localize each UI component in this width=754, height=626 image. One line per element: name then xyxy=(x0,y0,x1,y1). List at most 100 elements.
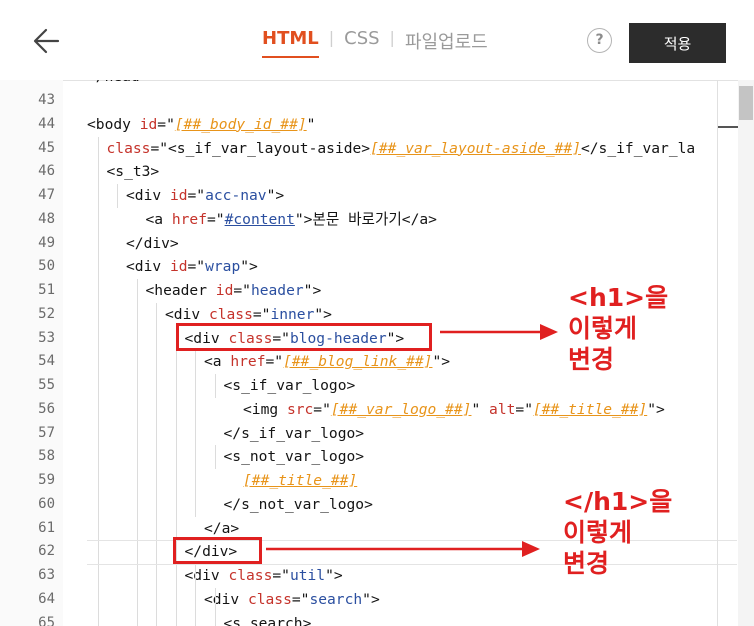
line-number: 57 xyxy=(38,424,55,441)
indent-guide xyxy=(195,564,196,626)
code-token: <div xyxy=(126,258,170,276)
code-token: <body xyxy=(87,115,140,133)
code-token: " xyxy=(306,115,316,133)
line-number: 65 xyxy=(38,614,55,626)
code-token: class xyxy=(208,305,253,323)
code-line: 44 <body id="[##_body_id_##]" xyxy=(0,113,738,137)
code-token: "> xyxy=(325,567,343,584)
code-token: <div xyxy=(165,305,209,323)
line-number: 64 xyxy=(38,590,55,607)
vertical-scrollbar[interactable] xyxy=(738,80,754,626)
indent-guide xyxy=(214,445,216,469)
code-line: 42 </head> xyxy=(0,80,738,89)
indent-guide xyxy=(156,302,157,626)
code-token: =" xyxy=(272,567,290,584)
code-token: =" xyxy=(187,258,206,276)
code-token: class xyxy=(247,590,292,608)
code-token: =" xyxy=(150,139,169,157)
line-number: 58 xyxy=(38,448,55,465)
code-token: <a xyxy=(145,210,172,228)
code-token: =" xyxy=(157,115,175,133)
code-token: =" xyxy=(207,210,225,228)
code-token: id xyxy=(139,115,158,133)
code-token: "> xyxy=(314,305,332,323)
code-token: src xyxy=(286,400,314,418)
code-token: alt xyxy=(489,400,516,418)
code-token: </div> xyxy=(126,234,179,252)
code-token: "> xyxy=(647,400,665,418)
indent-guide xyxy=(214,374,216,398)
scrollbar-thumb[interactable] xyxy=(739,86,753,120)
code-line: 46 <s_t3> xyxy=(0,160,738,184)
code-token: id xyxy=(169,187,188,204)
line-number: 44 xyxy=(38,115,55,132)
code-token: <s_search> xyxy=(223,614,312,626)
code-text: </s_if_var_logo> xyxy=(224,422,365,446)
line-number: 53 xyxy=(38,329,55,346)
code-token: #content xyxy=(224,210,295,228)
code-token: wrap xyxy=(205,258,241,276)
ruler-mark xyxy=(718,126,738,128)
line-number: 59 xyxy=(38,472,55,488)
code-token: <s_if_var_layout-aside> xyxy=(168,139,371,157)
code-text: <div class="util"> xyxy=(185,564,343,588)
annotation-line: 이렇게 xyxy=(568,314,638,343)
code-token: [##_title_##] xyxy=(532,400,648,418)
line-number: 51 xyxy=(38,282,55,298)
annotation-line: 이렇게 xyxy=(563,518,633,547)
annotation-note-1: <h1>을 이렇게 변경 xyxy=(568,282,668,375)
code-line: 57 </s_if_var_logo> xyxy=(0,422,738,446)
code-token: <div xyxy=(204,590,248,608)
code-token: " xyxy=(471,400,490,418)
code-token: <s_t3> xyxy=(106,163,160,181)
code-token: "> xyxy=(432,353,451,371)
line-number: 60 xyxy=(38,495,55,512)
tab-separator: | xyxy=(328,28,335,47)
code-text: <div id="acc-nav"> xyxy=(126,184,284,208)
code-token: "> xyxy=(362,590,380,608)
code-line: 50 <div id="wrap"> xyxy=(0,255,738,279)
code-token: </a> xyxy=(204,519,240,537)
code-token: =" xyxy=(515,400,533,418)
annotation-note-2: </h1>을 이렇게 변경 xyxy=(563,486,672,579)
code-line: 47 <div id="acc-nav"> xyxy=(0,184,738,208)
arrow-left-icon[interactable] xyxy=(30,24,64,58)
line-number: 55 xyxy=(38,377,55,393)
code-token: =" xyxy=(265,353,284,371)
line-number: 62 xyxy=(38,543,55,560)
code-token: [##_body_id_##] xyxy=(174,115,307,133)
editor-toolbar: HTML | CSS | 파일업로드 ? 적용 xyxy=(0,0,754,81)
annotation-line: </h1>을 xyxy=(563,487,673,516)
code-token: search xyxy=(309,590,363,608)
apply-button[interactable]: 적용 xyxy=(629,23,726,63)
code-line: 55 <s_if_var_logo> xyxy=(0,374,738,398)
code-text: <body id="[##_body_id_##]" xyxy=(87,113,315,137)
code-token: =" xyxy=(233,282,251,299)
code-token: <div xyxy=(184,567,229,584)
code-token: [##_title_##] xyxy=(243,472,358,489)
code-token: util xyxy=(289,567,326,584)
code-token: <div xyxy=(126,187,170,204)
code-token: </s_if_var_la xyxy=(580,139,696,157)
code-token: id xyxy=(169,258,188,276)
line-number: 49 xyxy=(38,234,55,251)
editor-tabs: HTML | CSS | 파일업로드 xyxy=(262,28,488,58)
help-icon[interactable]: ? xyxy=(587,28,612,53)
code-text: class="<s_if_var_layout-aside>[##_var_la… xyxy=(107,137,696,161)
code-token: "> xyxy=(266,187,285,204)
code-token: </s_not_var_logo> xyxy=(223,495,373,513)
arrow-right-icon xyxy=(440,324,558,340)
code-token: [##_blog_link_##] xyxy=(283,353,433,371)
code-text: <a href="[##_blog_link_##]"> xyxy=(204,350,450,374)
code-text: </s_not_var_logo> xyxy=(224,493,373,517)
indent-guide xyxy=(175,326,177,626)
tab-html[interactable]: HTML xyxy=(262,28,319,58)
code-line: 58 <s_not_var_logo> xyxy=(0,445,738,469)
tab-file-upload[interactable]: 파일업로드 xyxy=(405,28,488,61)
indent-guide xyxy=(117,184,118,208)
code-token: <s_if_var_logo> xyxy=(223,377,356,394)
code-token: =" xyxy=(187,187,206,204)
annotation-line: <h1>을 xyxy=(568,283,669,312)
tab-css[interactable]: CSS xyxy=(344,28,379,56)
code-token: =" xyxy=(313,400,331,418)
